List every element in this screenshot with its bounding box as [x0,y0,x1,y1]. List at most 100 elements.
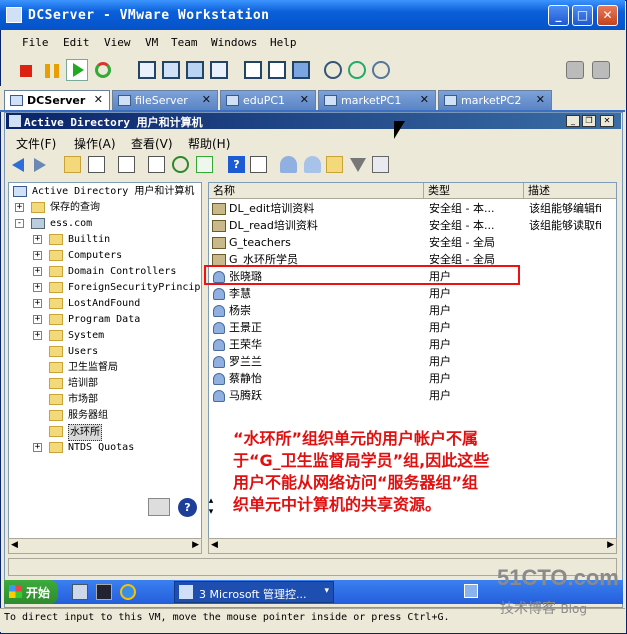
expand-icon[interactable]: + [33,331,42,340]
list-item[interactable]: 杨崇 用户 [209,302,616,319]
expand-icon[interactable]: + [33,315,42,324]
mmc-view-icon[interactable] [250,156,267,173]
quicklaunch-console-icon[interactable] [96,584,112,600]
collapse-icon[interactable]: - [15,219,24,228]
mmc-menu-action[interactable]: 操作(A) [74,135,116,152]
minimize-button[interactable]: _ [548,5,569,26]
revert-icon[interactable] [348,61,366,79]
menu-vm[interactable]: VM [145,36,158,49]
menu-team[interactable]: Team [171,36,198,49]
back-arrow-icon[interactable] [12,158,24,172]
column-header-name[interactable]: 名称 [209,183,424,199]
list-item[interactable]: 蔡静怡 用户 [209,370,616,387]
column-header-type[interactable]: 类型 [424,183,524,199]
console-view-icon[interactable] [138,61,156,79]
menu-help[interactable]: Help [270,36,297,49]
more-options-icon[interactable]: ▴ ▾ [206,496,216,518]
tab-close-icon[interactable]: ✕ [300,93,309,106]
new-group-icon[interactable] [304,156,321,173]
delete-icon[interactable] [118,156,135,173]
new-user-icon[interactable] [280,156,297,173]
expand-icon[interactable]: + [33,251,42,260]
start-button[interactable]: 开始 [4,580,58,604]
fullscreen-icon[interactable] [162,61,180,79]
mmc-close-button[interactable]: ✕ [600,115,614,127]
help-bubble-icon[interactable]: ? [178,498,197,517]
tray-network-icon[interactable] [464,584,478,598]
taskbar-mmc-item[interactable]: 3 Microsoft 管理控... ▾ [174,581,334,603]
forward-arrow-icon[interactable] [34,158,46,172]
maximize-button[interactable]: □ [572,5,593,26]
list-horizontal-scrollbar[interactable]: ◀ ▶ [208,538,617,554]
help-icon[interactable]: ? [228,156,245,173]
stop-icon[interactable] [20,65,32,77]
column-header-description[interactable]: 描述 [524,183,616,199]
snapshot-icon[interactable] [324,61,342,79]
list-item[interactable]: 王景正 用户 [209,319,616,336]
mmc-title-bar[interactable]: Active Directory 用户和计算机 [6,113,621,129]
menu-windows[interactable]: Windows [211,36,257,49]
pause-icon[interactable] [45,64,59,78]
expand-icon[interactable]: + [33,299,42,308]
tab-close-icon[interactable]: ✕ [94,93,103,106]
list-item[interactable]: DL_edit培训资料 安全组 - 本... 该组能够编辑fi [209,200,616,217]
tab-edupc1[interactable]: eduPC1 ✕ [220,90,316,110]
list-item[interactable]: 罗兰兰 用户 [209,353,616,370]
expand-icon[interactable]: + [33,235,42,244]
export-list-icon[interactable] [196,156,213,173]
menu-view[interactable]: View [104,36,131,49]
refresh-icon[interactable] [172,156,189,173]
expand-icon[interactable]: + [15,203,24,212]
scroll-right-icon[interactable]: ▶ [607,540,614,550]
dropdown-arrow-icon[interactable]: ▾ [324,586,329,596]
scroll-right-icon[interactable]: ▶ [192,540,199,550]
summary-icon[interactable] [244,61,262,79]
new-ou-icon[interactable] [326,156,343,173]
show-tree-icon[interactable] [88,156,105,173]
snapshot-manager-icon[interactable] [372,61,390,79]
reset-icon[interactable] [95,62,111,78]
scroll-left-icon[interactable]: ◀ [211,540,218,550]
tab-dcserver[interactable]: DCServer ✕ [4,90,110,110]
record-icon[interactable] [566,61,584,79]
expand-icon[interactable]: + [33,283,42,292]
up-folder-icon[interactable] [64,156,81,173]
add-to-group-icon[interactable] [372,156,389,173]
title-bar[interactable]: DCServer - VMware Workstation _ □ ✕ [0,0,625,30]
filter-icon[interactable] [350,158,366,172]
quick-switch-icon[interactable] [210,61,228,79]
mmc-restore-button[interactable]: ❐ [582,115,596,127]
mmc-minimize-button[interactable]: _ [566,115,580,127]
menu-file[interactable]: File [22,36,49,49]
list-item[interactable]: 马腾跃 用户 [209,387,616,404]
console-icon[interactable] [292,61,310,79]
list-item[interactable]: DL_read培训资料 安全组 - 本... 该组能够读取fi [209,217,616,234]
properties-icon[interactable] [148,156,165,173]
tab-close-icon[interactable]: ✕ [420,93,429,106]
unity-icon[interactable] [186,61,204,79]
keyboard-icon[interactable] [148,498,170,516]
quicklaunch-server-icon[interactable] [72,584,88,600]
mmc-menu-help[interactable]: 帮助(H) [188,135,230,152]
tab-fileserver[interactable]: fileServer ✕ [112,90,218,110]
tab-marketpc1[interactable]: marketPC1 ✕ [318,90,436,110]
mmc-menu-view[interactable]: 查看(V) [131,135,173,152]
replay-icon[interactable] [592,61,610,79]
tab-close-icon[interactable]: ✕ [536,93,545,106]
appliance-icon[interactable] [268,61,286,79]
list-item[interactable]: G_teachers 安全组 - 全局 [209,234,616,251]
close-button[interactable]: ✕ [597,5,618,26]
scroll-left-icon[interactable]: ◀ [11,540,18,550]
tree-horizontal-scrollbar[interactable]: ◀ ▶ [8,538,202,554]
tab-marketpc2[interactable]: marketPC2 ✕ [438,90,552,110]
tree-pane[interactable]: Active Directory 用户和计算机 + 保存的查询 - ess.co… [8,182,202,554]
tab-close-icon[interactable]: ✕ [202,93,211,106]
list-item[interactable]: 王荣华 用户 [209,336,616,353]
menu-edit[interactable]: Edit [63,36,90,49]
expand-icon[interactable]: + [33,443,42,452]
expand-icon[interactable]: + [33,267,42,276]
list-item[interactable]: 李慧 用户 [209,285,616,302]
mmc-menu-file[interactable]: 文件(F) [16,135,56,152]
menu-bar: File Edit View VM Team Windows Help [0,30,625,54]
internet-explorer-icon[interactable] [120,584,136,600]
